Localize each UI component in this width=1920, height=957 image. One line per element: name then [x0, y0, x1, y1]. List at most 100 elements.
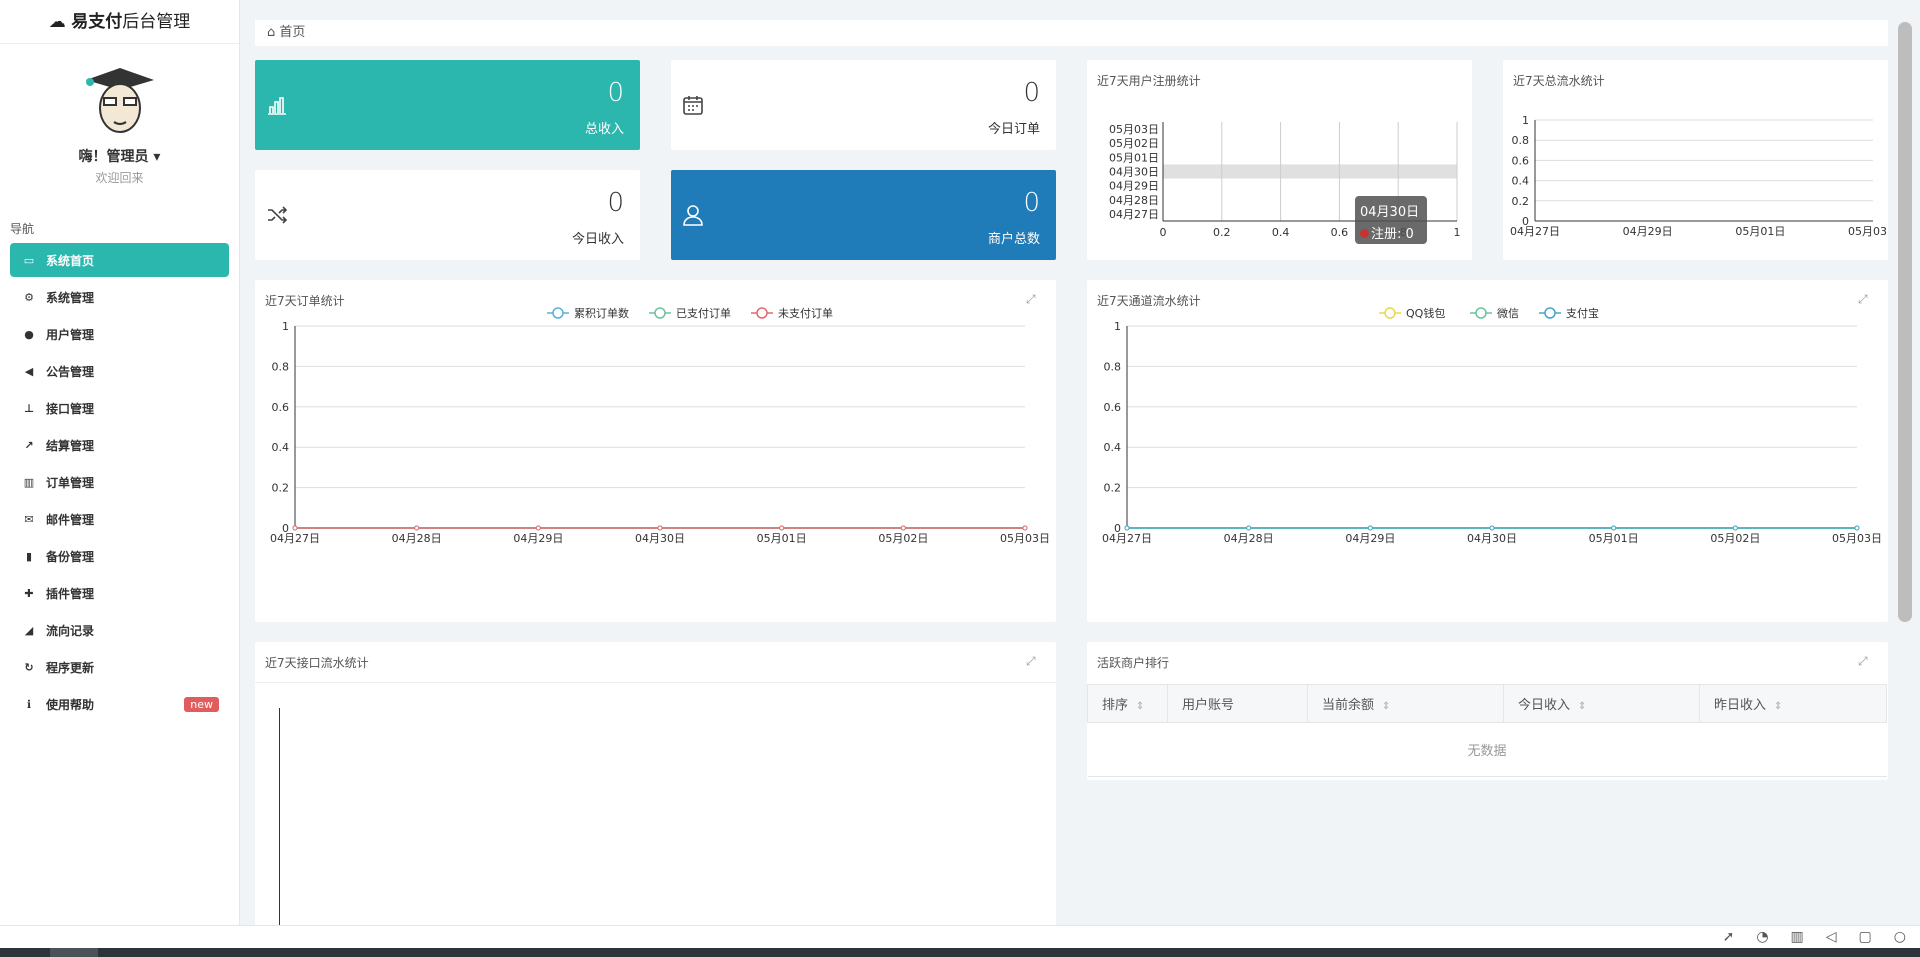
brand-bold: 易支付 [71, 12, 123, 32]
legend-marker [552, 307, 564, 319]
window-icon[interactable]: ▢ [1859, 929, 1872, 945]
nav-item-update[interactable]: ↻ 程序更新 [10, 650, 229, 684]
nav-item-help[interactable]: ℹ 使用帮助 new [10, 687, 229, 721]
file-icon: ▮ [25, 549, 33, 563]
nav-item-backup[interactable]: ▮ 备份管理 [10, 539, 229, 573]
stat-value: 0 [1023, 78, 1040, 108]
x-tick-label: 05月02日 [878, 532, 928, 545]
cloud-logo-icon: ☁ [48, 12, 66, 32]
nav-label: 使用帮助 [46, 697, 95, 712]
data-point [1367, 525, 1373, 531]
sort-icon: ⇕ [1382, 701, 1391, 712]
stat-value: 0 [1023, 188, 1040, 218]
expand-icon[interactable]: ⤢ [1858, 292, 1872, 306]
stat-value: 0 [607, 78, 624, 108]
col-label: 今日收入 [1518, 698, 1571, 713]
y-tick-label: 0.8 [1512, 134, 1530, 147]
brand-rest: 后台管理 [122, 12, 191, 32]
x-tick-label: 05月03日 [1000, 532, 1050, 545]
nav-item-system[interactable]: ⚙ 系统管理 [10, 280, 229, 314]
brand[interactable]: ☁ 易支付后台管理 [0, 0, 239, 44]
desktop-icon: ▭ [23, 253, 35, 267]
scrollbar-thumb[interactable] [1898, 22, 1912, 622]
scrollbar[interactable] [1888, 0, 1920, 925]
nav-item-orders[interactable]: ▥ 订单管理 [10, 465, 229, 499]
nav-label: 系统首页 [46, 253, 95, 268]
legend-marker [1475, 307, 1487, 319]
bottom-bar [0, 948, 1920, 957]
x-tick-label: 0.6 [1331, 226, 1349, 239]
x-tick-label: 0.4 [1272, 226, 1290, 239]
nav-item-interfaces[interactable]: ⊥ 接口管理 [10, 391, 229, 425]
calendar-icon [683, 96, 703, 115]
x-tick-label: 04月27日 [1102, 532, 1152, 545]
legend-marker [756, 307, 768, 319]
bottom-block [50, 948, 98, 957]
breadcrumb-home[interactable]: 首页 [279, 25, 305, 40]
search-icon[interactable]: ○ [1894, 929, 1906, 945]
y-tick-label: 05月03日 [1109, 123, 1159, 136]
nav-label: 接口管理 [46, 401, 95, 416]
user-icon: ● [24, 327, 34, 341]
stat-label: 商户总数 [987, 232, 1040, 247]
x-tick-label: 05月03日 [1848, 225, 1888, 238]
data-point [1022, 525, 1028, 531]
nav-item-flow[interactable]: ◢ 流向记录 [10, 613, 229, 647]
nav-label: 流向记录 [46, 623, 95, 638]
nav-item-mail[interactable]: ✉ 邮件管理 [10, 502, 229, 536]
col-label: 昨日收入 [1714, 698, 1767, 713]
expand-icon[interactable]: ⤢ [1026, 292, 1040, 306]
stat-label: 今日订单 [987, 122, 1040, 137]
data-point [292, 525, 298, 531]
nav-header: 导航 [10, 222, 35, 236]
rank-table: 排序 ⇕ 用户账号 当前余额 ⇕ 今日收入 ⇕ 昨日收入 ⇕ 无数据 [1087, 684, 1887, 777]
panel-title: 近7天通道流水统计 [1097, 294, 1201, 308]
col-header[interactable]: 用户账号 [1167, 684, 1308, 723]
rocket-icon[interactable]: ➚ [1723, 929, 1735, 945]
sort-icon: ⇕ [1136, 701, 1145, 712]
speed-icon[interactable]: ◔ [1756, 929, 1768, 945]
main-content: ⌂ 首页 0 总收入 0 今日订单 0 今日收入 0 商户总数 近7天用户注册统… [255, 0, 1888, 925]
legend-label: 已支付订单 [676, 307, 731, 320]
total-flow-chart[interactable]: 00.20.40.60.8104月27日04月29日05月01日05月03日 [1503, 90, 1888, 260]
expand-icon[interactable]: ⤢ [1026, 654, 1040, 668]
refresh-icon: ↻ [24, 660, 34, 674]
y-tick-label: 0.4 [1104, 441, 1122, 454]
avatar[interactable] [84, 62, 156, 138]
nav-item-users[interactable]: ● 用户管理 [10, 317, 229, 351]
data-point [1854, 525, 1860, 531]
nav-item-plugins[interactable]: ✚ 插件管理 [10, 576, 229, 610]
sitemap-icon: ⊥ [23, 401, 35, 415]
col-header[interactable]: 当前余额 ⇕ [1307, 684, 1504, 723]
caret-down-icon: ▾ [153, 149, 161, 165]
user-menu[interactable]: 嗨！管理员 ▾ [0, 146, 239, 166]
channel-flow-chart[interactable]: 00.20.40.60.8104月27日 04月28日 04月29日 04月30日 05… [1087, 306, 1888, 622]
x-tick-label: 05月01日 [757, 532, 807, 545]
orders-chart[interactable]: 00.20.40.60.8104月27日 04月28日 04月29日 04月30日 05… [255, 307, 1056, 622]
x-tick-label: 04月27日 [270, 532, 320, 545]
shuffle-icon [268, 206, 288, 224]
col-header[interactable]: 排序 ⇕ [1087, 684, 1168, 723]
nav-item-dashboard[interactable]: ▭ 系统首页 [10, 243, 229, 277]
nav-list: ▭ 系统首页 ⚙ 系统管理 ● 用户管理 ◀ 公告管理 ⊥ 接口管理 ↗ 结算管理 ▥ 订单管… [0, 243, 239, 721]
line-chart-icon: ↗ [24, 438, 34, 452]
empty-cell: 无数据 [1087, 722, 1887, 777]
col-header[interactable]: 今日收入 ⇕ [1503, 684, 1700, 723]
nav-item-announcements[interactable]: ◀ 公告管理 [10, 354, 229, 388]
y-tick-label: 04月29日 [1109, 180, 1159, 193]
y-tick-label: 0.6 [272, 401, 290, 414]
data-point [1246, 525, 1252, 531]
home-icon: ⌂ [267, 25, 276, 40]
expand-icon[interactable]: ⤢ [1858, 654, 1872, 668]
col-header[interactable]: 昨日收入 ⇕ [1699, 684, 1887, 723]
x-tick-label: 05月02日 [1710, 532, 1760, 545]
volume-icon[interactable]: ◁ [1826, 929, 1837, 945]
trash-icon[interactable]: ▥ [1791, 929, 1804, 945]
panel-title: 近7天总流水统计 [1513, 74, 1605, 88]
col-label: 用户账号 [1182, 698, 1235, 713]
tooltip-series: 注册 [1371, 227, 1398, 242]
nav-item-settlement[interactable]: ↗ 结算管理 [10, 428, 229, 462]
nav-label: 备份管理 [46, 549, 95, 564]
panel-orders: 近7天订单统计 ⤢ 0 0.2 0.4 0.6 0.8 1 04月27日 04月28日 04月2… [255, 280, 1056, 622]
info-icon: ℹ [26, 697, 32, 711]
